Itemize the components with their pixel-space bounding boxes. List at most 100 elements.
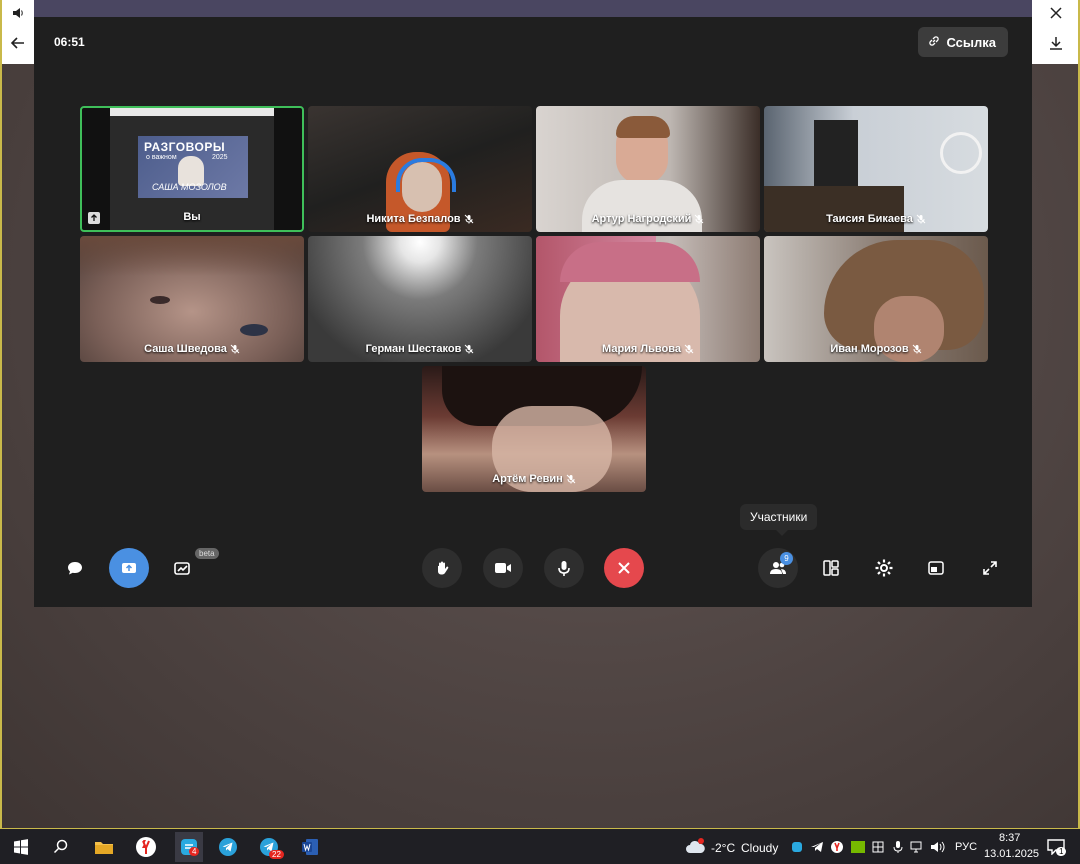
share-screen-icon: [122, 563, 136, 573]
browser-right-toolbar: [1032, 0, 1078, 64]
input-language[interactable]: РУС: [955, 841, 977, 853]
browser-left-toolbar: [2, 0, 34, 64]
video-eye: [240, 324, 268, 336]
mic-off-icon: [230, 344, 240, 354]
tile-participant[interactable]: Саша Шведова: [80, 236, 304, 362]
video-hair: [80, 236, 304, 276]
tile-name: Никита Безпалов: [308, 213, 532, 225]
screen-share-slide: РАЗГОВОРЫ о важном 2025 САША МОЗОЛОВ: [138, 136, 248, 198]
settings-button[interactable]: [864, 548, 904, 588]
close-icon: [618, 562, 630, 574]
microphone-icon: [558, 561, 570, 576]
slide-signature: САША МОЗОЛОВ: [152, 182, 227, 192]
hand-icon: [438, 561, 449, 575]
tile-participant[interactable]: Мария Львова: [536, 236, 760, 362]
call-timer: 06:51: [54, 35, 85, 49]
copy-link-button[interactable]: Ссылка: [918, 27, 1008, 57]
video-eye: [150, 296, 170, 304]
slide-title: РАЗГОВОРЫ: [144, 140, 226, 154]
tile-participant[interactable]: Артём Ревин: [422, 366, 646, 492]
whiteboard-button[interactable]: beta: [163, 548, 219, 588]
tile-name: Мария Львова: [536, 343, 760, 355]
end-call-button[interactable]: [604, 548, 644, 588]
picture-in-picture-icon: [928, 561, 944, 575]
expand-icon: [983, 561, 997, 575]
share-screen-button[interactable]: [109, 548, 149, 588]
yandex-tray-icon[interactable]: [828, 835, 846, 859]
tile-participant[interactable]: Никита Безпалов: [308, 106, 532, 232]
video-headphones: [396, 158, 456, 192]
mic-off-icon: [566, 474, 576, 484]
windows-start-icon[interactable]: [9, 835, 33, 859]
nvidia-icon[interactable]: [849, 835, 867, 859]
network-icon[interactable]: [909, 835, 927, 859]
link-icon: [928, 35, 940, 50]
windows-taskbar: 4 22 -2°C Cloudy РУС 8:37 13.01.2025 1: [0, 828, 1080, 864]
telegram-icon[interactable]: [216, 835, 240, 859]
security-icon[interactable]: [869, 835, 887, 859]
video-fringe: [560, 242, 700, 282]
mic-off-icon: [695, 214, 704, 224]
tile-participant[interactable]: Герман Шестаков: [308, 236, 532, 362]
camera-button[interactable]: [483, 548, 523, 588]
yandex-browser-icon[interactable]: [134, 835, 158, 859]
tile-name: Иван Морозов: [764, 343, 988, 355]
mic-off-icon: [464, 214, 473, 224]
video-hair: [616, 116, 670, 138]
chat-button[interactable]: [55, 548, 95, 588]
tile-name: Герман Шестаков: [308, 343, 532, 355]
download-icon[interactable]: [1044, 35, 1068, 59]
cloudy-weather-icon[interactable]: [683, 835, 707, 859]
beta-badge: beta: [195, 548, 219, 559]
notification-badge: 22: [269, 850, 284, 859]
tile-participant[interactable]: Артур Нагродский: [536, 106, 760, 232]
close-icon[interactable]: [1044, 4, 1068, 28]
gear-icon: [875, 559, 893, 577]
clock-date[interactable]: 13.01.2025: [984, 848, 1039, 860]
fullscreen-button[interactable]: [970, 548, 1010, 588]
speaker-icon[interactable]: [6, 4, 30, 28]
tile-name: Саша Шведова: [80, 343, 304, 355]
file-explorer-icon[interactable]: [92, 835, 116, 859]
weather-temperature: -2°C: [711, 841, 736, 855]
participants-tooltip: Участники: [740, 504, 818, 536]
telegram-tray-icon[interactable]: [808, 835, 826, 859]
clock-time[interactable]: 8:37: [999, 832, 1020, 844]
window-top-strip: [34, 0, 1032, 17]
yandex-messenger-icon[interactable]: 4: [175, 832, 203, 862]
microphone-button[interactable]: [544, 548, 584, 588]
search-icon[interactable]: [49, 835, 73, 859]
tile-name: Артём Ревин: [422, 473, 646, 485]
volume-icon[interactable]: [929, 835, 947, 859]
video-wall-poster: [814, 120, 858, 192]
chat-icon: [68, 562, 82, 575]
tile-participant[interactable]: Иван Морозов: [764, 236, 988, 362]
arrow-left-icon[interactable]: [6, 35, 30, 59]
mic-off-icon: [684, 344, 694, 354]
mic-off-icon: [912, 344, 921, 354]
camera-icon: [495, 563, 511, 573]
participants-button[interactable]: 9: [758, 548, 798, 588]
microphone-tray-icon[interactable]: [889, 835, 907, 859]
tile-name: Таисия Бикаева: [764, 213, 988, 225]
tray-app-icon[interactable]: [788, 835, 806, 859]
slide-subtitle: о важном: [146, 154, 177, 161]
weather-condition: Cloudy: [741, 841, 779, 855]
tile-name: Артур Нагродский: [536, 213, 760, 225]
telegram-desktop-icon[interactable]: 22: [257, 835, 284, 859]
raise-hand-button[interactable]: [422, 548, 462, 588]
slide-year: 2025: [212, 154, 228, 161]
pip-button[interactable]: [916, 548, 956, 588]
layout-button[interactable]: [811, 548, 851, 588]
tile-self[interactable]: РАЗГОВОРЫ о важном 2025 САША МОЗОЛОВ Вы: [80, 106, 304, 232]
video-desk: [764, 186, 904, 232]
tile-participant[interactable]: Таисия Бикаева: [764, 106, 988, 232]
copy-link-label: Ссылка: [946, 34, 996, 50]
word-icon[interactable]: [298, 835, 322, 859]
mic-off-icon: [464, 344, 474, 354]
mic-off-icon: [916, 214, 926, 224]
notifications-icon[interactable]: 1: [1044, 835, 1068, 859]
participants-count-badge: 9: [780, 552, 793, 565]
whiteboard-icon: [174, 562, 190, 575]
video-ring-light: [940, 132, 982, 174]
